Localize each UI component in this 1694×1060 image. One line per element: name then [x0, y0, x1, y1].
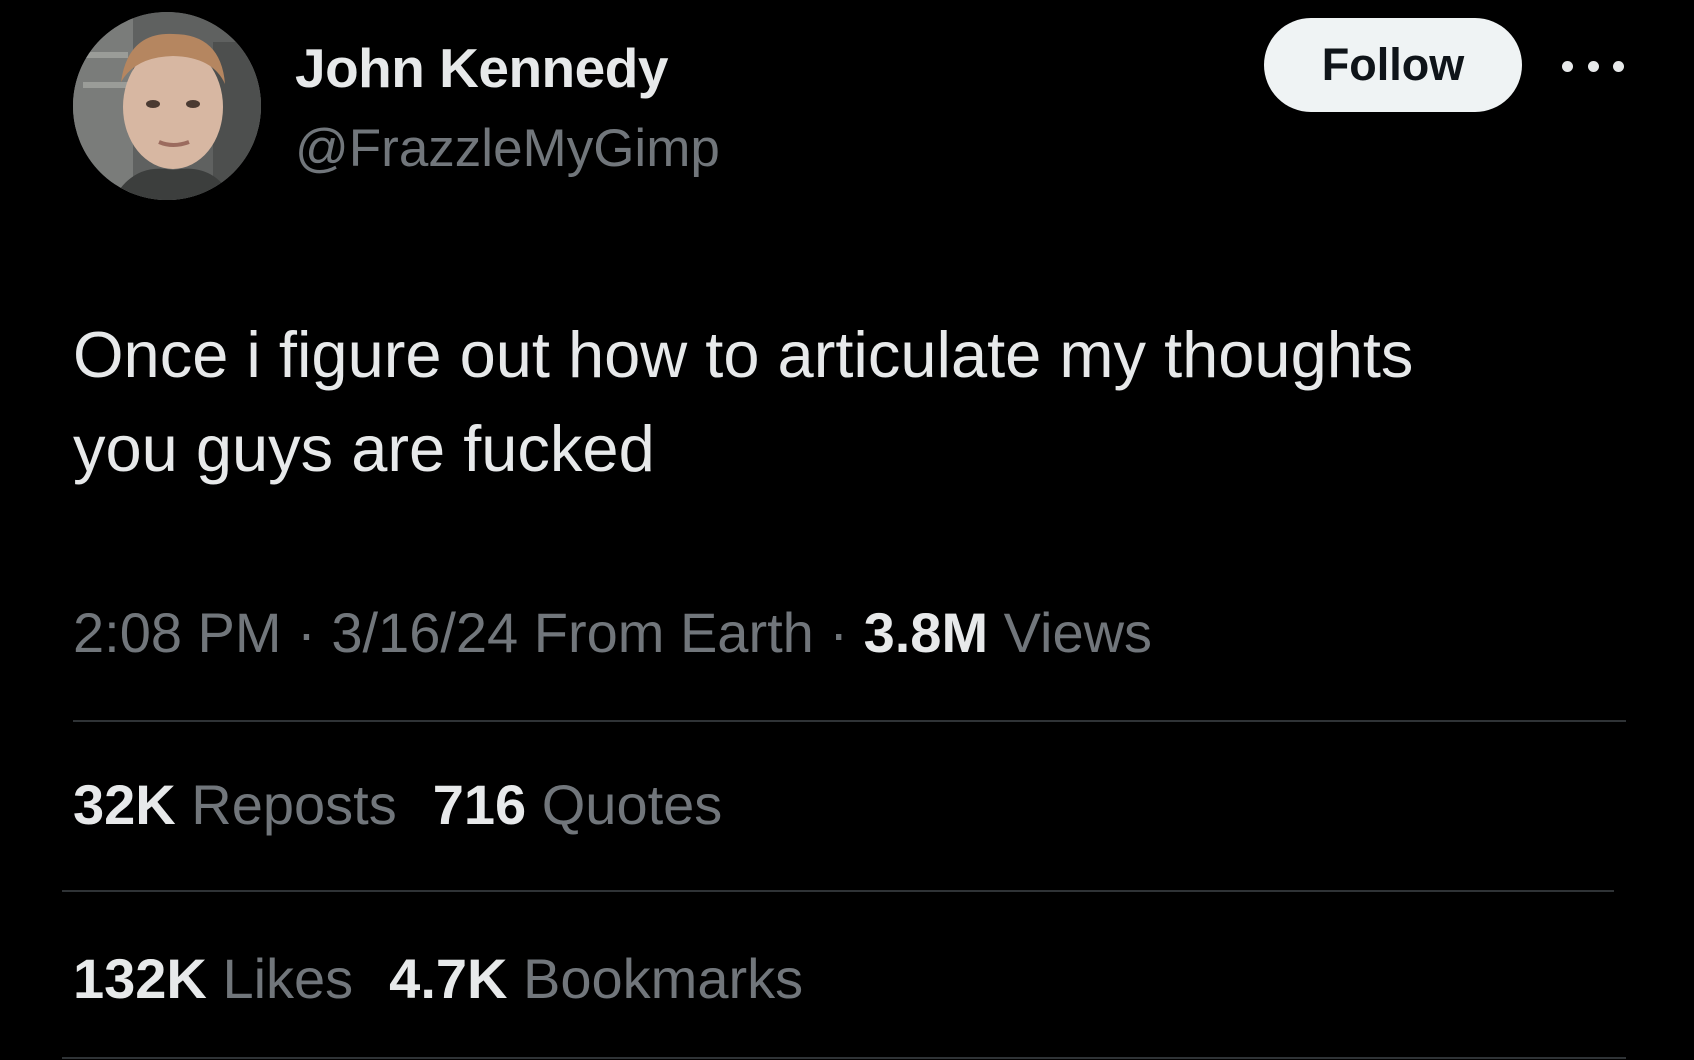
- quotes-count: 716: [432, 773, 527, 836]
- divider: [73, 720, 1626, 722]
- tweet-card: John Kennedy @FrazzleMyGimp Follow Once …: [0, 0, 1694, 1060]
- avatar[interactable]: [73, 12, 261, 200]
- bookmarks-stat[interactable]: 4.7K Bookmarks: [389, 946, 803, 1011]
- likes-stat[interactable]: 132K Likes: [73, 946, 353, 1011]
- tweet-text-line: Once i figure out how to articulate my t…: [73, 318, 1414, 391]
- more-dot: [1587, 60, 1599, 72]
- tweet-time[interactable]: 2:08 PM: [73, 601, 282, 664]
- more-dot: [1613, 60, 1624, 72]
- meta-separator: ·: [297, 601, 316, 664]
- quotes-label: Quotes: [541, 773, 723, 836]
- display-name[interactable]: John Kennedy: [295, 36, 668, 100]
- reposts-stat[interactable]: 32K Reposts: [73, 772, 397, 837]
- quotes-stat[interactable]: 716 Quotes: [433, 772, 723, 837]
- tweet-text-line: you guys are fucked: [73, 412, 655, 485]
- reposts-label: Reposts: [191, 773, 397, 836]
- views-count: 3.8M: [863, 601, 989, 664]
- stats-row-reactions: 132K Likes 4.7K Bookmarks: [73, 946, 839, 1011]
- stats-row-engagement: 32K Reposts 716 Quotes: [73, 772, 758, 837]
- more-horizontal-icon[interactable]: [1562, 52, 1624, 80]
- user-handle[interactable]: @FrazzleMyGimp: [295, 118, 720, 179]
- meta-separator: ·: [829, 601, 849, 664]
- likes-count: 132K: [73, 947, 207, 1010]
- tweet-date[interactable]: 3/16/24: [331, 601, 518, 664]
- avatar-photo: [73, 12, 261, 200]
- tweet-text: Once i figure out how to articulate my t…: [73, 308, 1633, 496]
- follow-button[interactable]: Follow: [1264, 18, 1522, 112]
- likes-label: Likes: [222, 947, 354, 1010]
- reposts-count: 32K: [73, 773, 176, 836]
- tweet-source: From Earth: [533, 601, 814, 664]
- views-label: Views: [1003, 601, 1153, 664]
- divider: [62, 1057, 1626, 1059]
- tweet-meta: 2:08 PM · 3/16/24 From Earth · 3.8M View…: [73, 600, 1152, 665]
- bookmarks-count: 4.7K: [389, 947, 508, 1010]
- divider: [62, 890, 1614, 892]
- bookmarks-label: Bookmarks: [523, 947, 804, 1010]
- more-dot: [1562, 60, 1573, 72]
